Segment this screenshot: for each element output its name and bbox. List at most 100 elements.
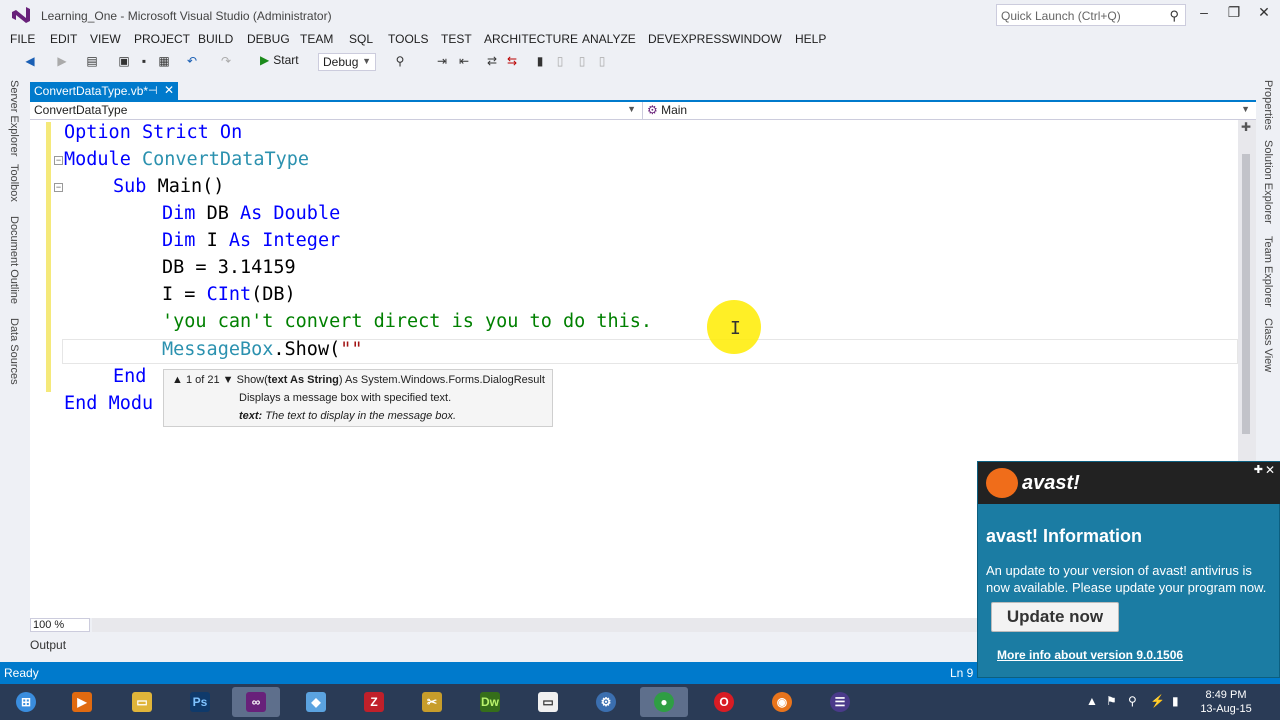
code-line-1: Option Strict On [64, 122, 242, 143]
menu-tools[interactable]: TOOLS [388, 32, 428, 46]
scrollbar-thumb[interactable] [1242, 154, 1250, 434]
tooltip-param-row: text: The text to display in the message… [239, 410, 456, 422]
type-name: ConvertDataType [141, 149, 310, 170]
start-button[interactable]: ⊞ [2, 687, 50, 717]
taskbar-firefox[interactable]: ◉ [758, 687, 806, 717]
comment-icon[interactable]: ⇄ [484, 53, 500, 69]
tab-data-sources[interactable]: Data Sources [8, 318, 20, 385]
taskbar-photoshop[interactable]: Ps [176, 687, 224, 717]
taskbar-eclipse[interactable]: ☰ [816, 687, 864, 717]
indent-icon[interactable]: ⇤ [456, 53, 472, 69]
zoom-value: 100 % [33, 619, 65, 631]
taskbar-opera[interactable]: O [700, 687, 748, 717]
document-tab[interactable]: ConvertDataType.vb* ⊣ ✕ [30, 82, 178, 100]
tab-solution-explorer[interactable]: Solution Explorer [1262, 140, 1274, 224]
minimize-button[interactable]: – [1190, 4, 1218, 24]
taskbar-filezilla[interactable]: Z [350, 687, 398, 717]
menu-team[interactable]: TEAM [300, 32, 333, 46]
member-dropdown[interactable]: ⚙ Main ▼ [642, 102, 1254, 119]
menu-analyze[interactable]: ANALYZE [582, 32, 636, 46]
maximize-button[interactable]: ❐ [1220, 4, 1248, 24]
menu-sql[interactable]: SQL [349, 32, 373, 46]
forward-arrow-icon[interactable]: ▶ [54, 53, 70, 69]
tab-properties[interactable]: Properties [1262, 80, 1274, 130]
save-icon[interactable]: ▪ [136, 53, 152, 69]
taskbar-network[interactable]: ⚙ [582, 687, 630, 717]
network-signal-icon[interactable]: ▮ [1172, 694, 1179, 708]
quick-launch-input[interactable]: Quick Launch (Ctrl+Q) ⚲ [996, 4, 1186, 26]
prev-bookmark-icon[interactable]: ▯ [552, 53, 568, 69]
menu-file[interactable]: FILE [10, 32, 35, 46]
zoom-level-select[interactable]: 100 % [30, 618, 90, 632]
menu-devexpress[interactable]: DEVEXPRESS [648, 32, 729, 46]
new-project-icon[interactable]: ▤ [84, 53, 100, 69]
uncomment-icon[interactable]: ⇆ [504, 53, 520, 69]
undo-icon[interactable]: ↶ [184, 53, 200, 69]
prev-overload-icon[interactable]: ▲ [172, 374, 183, 386]
pin-icon[interactable]: ✚ [1254, 463, 1263, 476]
clock[interactable]: 8:49 PM 13-Aug-15 [1196, 688, 1256, 716]
next-bookmark-icon[interactable]: ▯ [574, 53, 590, 69]
action-center-icon[interactable]: ⚑ [1106, 694, 1117, 708]
menu-window[interactable]: WINDOW [729, 32, 782, 46]
split-icon[interactable]: ✚ [1241, 120, 1251, 134]
avast-header: avast! ✚ ✕ [978, 462, 1280, 504]
tab-toolbox[interactable]: Toolbox [8, 164, 20, 202]
menu-architecture[interactable]: ARCHITECTURE [484, 32, 578, 46]
search-icon[interactable]: ⚲ [1169, 8, 1179, 24]
menu-view[interactable]: VIEW [90, 32, 121, 46]
menu-help[interactable]: HELP [795, 32, 826, 46]
left-dock: Server Explorer Toolbox Document Outline… [0, 74, 28, 662]
taskbar-media-player[interactable]: ▶ [58, 687, 106, 717]
find-icon[interactable]: ⚲ [392, 53, 408, 69]
taskbar-app-cube[interactable]: ◆ [292, 687, 340, 717]
collapse-module-icon[interactable]: − [54, 156, 63, 165]
taskbar-window[interactable]: ▭ [524, 687, 572, 717]
menu-project[interactable]: PROJECT [134, 32, 190, 46]
pin-icon[interactable]: ⊣ [148, 84, 158, 97]
tab-document-outline[interactable]: Document Outline [8, 216, 20, 304]
menu-build[interactable]: BUILD [198, 32, 233, 46]
show-hidden-icons[interactable]: ▲ [1086, 694, 1098, 708]
code-line-7: I = CInt(DB) [162, 284, 296, 305]
usb-icon[interactable]: ⚲ [1128, 694, 1137, 708]
next-overload-icon[interactable]: ▼ [223, 374, 234, 386]
document-tab-label: ConvertDataType.vb* [34, 84, 149, 98]
menu-debug[interactable]: DEBUG [247, 32, 290, 46]
save-all-icon[interactable]: ▦ [156, 53, 172, 69]
open-file-icon[interactable]: ▣ [116, 53, 132, 69]
taskbar-dreamweaver[interactable]: Dw [466, 687, 514, 717]
code-line-5: Dim I As Integer [162, 230, 340, 251]
tab-server-explorer[interactable]: Server Explorer [8, 80, 20, 156]
taskbar-visual-studio[interactable]: ∞ [232, 687, 280, 717]
window-icon: ▭ [538, 692, 558, 712]
close-tab-icon[interactable]: ✕ [164, 83, 174, 97]
more-info-link[interactable]: More info about version 9.0.1506 [997, 648, 1183, 662]
collapse-sub-icon[interactable]: − [54, 183, 63, 192]
taskbar-tools[interactable]: ✂ [408, 687, 456, 717]
title-bar: Learning_One - Microsoft Visual Studio (… [0, 0, 1280, 30]
start-debugging-button[interactable]: ▶ Start [260, 53, 299, 67]
update-now-button[interactable]: Update now [991, 602, 1119, 632]
solution-configuration-select[interactable]: Debug ▼ [318, 53, 376, 71]
close-window-button[interactable]: ✕ [1250, 4, 1278, 24]
menu-edit[interactable]: EDIT [50, 32, 77, 46]
param-name: text: [239, 410, 263, 422]
power-icon[interactable]: ⚡ [1150, 694, 1165, 708]
taskbar-explorer[interactable]: ▭ [118, 687, 166, 717]
tab-team-explorer[interactable]: Team Explorer [1262, 236, 1274, 307]
navigate-icon[interactable]: ⇥ [434, 53, 450, 69]
back-arrow-icon[interactable]: ◀ [22, 53, 38, 69]
clear-bookmarks-icon[interactable]: ▯ [594, 53, 610, 69]
tab-output[interactable]: Output [30, 638, 66, 652]
bookmark-icon[interactable]: ▮ [532, 53, 548, 69]
taskbar-chrome[interactable]: ● [640, 687, 688, 717]
tab-class-view[interactable]: Class View [1262, 318, 1274, 372]
close-icon[interactable]: ✕ [1265, 463, 1275, 477]
code-text: Main() [157, 176, 225, 197]
keyword: Dim [162, 230, 196, 251]
type-dropdown[interactable]: ConvertDataType ▼ [30, 102, 640, 119]
redo-icon[interactable]: ↷ [218, 53, 234, 69]
type-name: MessageBox [162, 339, 274, 360]
menu-test[interactable]: TEST [441, 32, 472, 46]
